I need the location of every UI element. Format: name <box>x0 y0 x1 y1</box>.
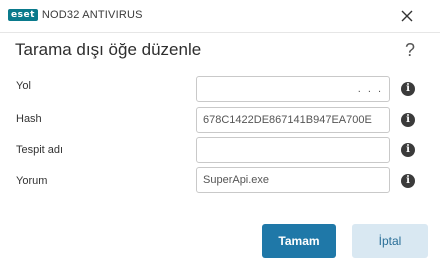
comment-info-icon[interactable]: i <box>401 174 415 188</box>
help-button[interactable]: ? <box>403 40 417 62</box>
close-button[interactable] <box>396 5 418 27</box>
title-bar: eset NOD32 ANTIVIRUS <box>0 0 440 32</box>
detection-info-icon[interactable]: i <box>401 143 415 157</box>
detection-field[interactable] <box>196 137 390 163</box>
title-separator <box>0 32 440 33</box>
detection-label: Tespit adı <box>16 144 64 156</box>
hash-field[interactable]: 678C1422DE867141B947EA700E <box>196 107 390 133</box>
cancel-button[interactable]: İptal <box>352 224 428 258</box>
close-icon <box>401 10 413 22</box>
logo-mark: eset <box>8 9 38 21</box>
eset-logo: eset NOD32 ANTIVIRUS <box>8 9 143 21</box>
browse-button[interactable]: . . . <box>358 77 383 101</box>
comment-label: Yorum <box>16 175 48 187</box>
path-field[interactable]: . . . <box>196 76 390 102</box>
dialog-footer: Tamam İptal <box>0 210 440 270</box>
ok-button[interactable]: Tamam <box>262 224 336 258</box>
app-name: NOD32 ANTIVIRUS <box>41 9 143 21</box>
hash-info-icon[interactable]: i <box>401 113 415 127</box>
comment-field[interactable]: SuperApi.exe <box>196 167 390 193</box>
path-label: Yol <box>16 80 31 92</box>
hash-label: Hash <box>16 113 42 125</box>
path-info-icon[interactable]: i <box>401 82 415 96</box>
dialog-title: Tarama dışı öğe düzenle <box>15 40 202 59</box>
